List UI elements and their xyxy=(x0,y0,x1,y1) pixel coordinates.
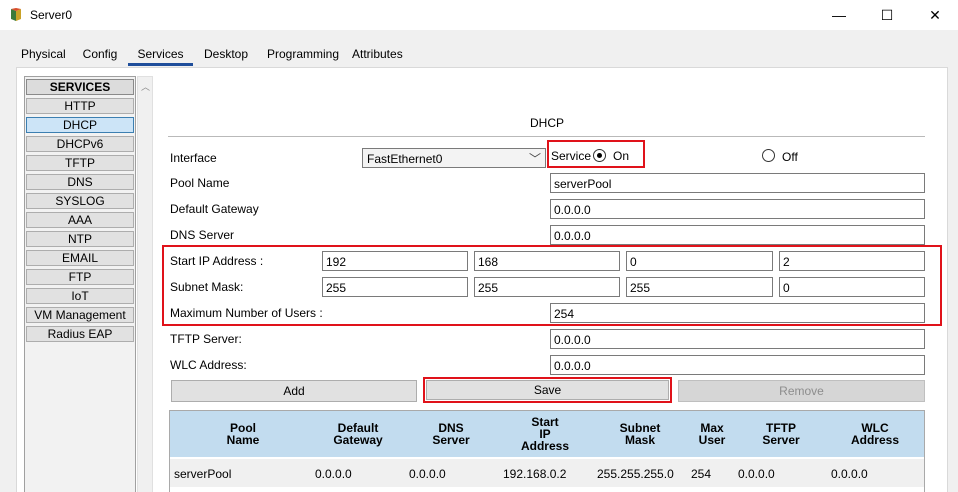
services-panel: SERVICES HTTP DHCP DHCPv6 TFTP DNS SYSLO… xyxy=(16,67,948,492)
pool-name-label: Pool Name xyxy=(170,176,230,190)
column-header-wlc-address: WLC Address xyxy=(850,421,900,447)
sidebar-item-ntp[interactable]: NTP xyxy=(26,231,134,247)
service-on-radio[interactable] xyxy=(593,149,606,162)
start-ip-octet-2-input[interactable]: 168 xyxy=(474,251,620,271)
max-users-label: Maximum Number of Users : xyxy=(170,306,323,320)
subnet-mask-octet-2-input[interactable]: 255 xyxy=(474,277,620,297)
start-ip-octet-3-input[interactable]: 0 xyxy=(626,251,773,271)
sidebar-item-tftp[interactable]: TFTP xyxy=(26,155,134,171)
service-on-label: On xyxy=(613,149,630,163)
pool-table: Pool Name Default Gateway DNS Server Start I… xyxy=(169,410,925,492)
sidebar-item-dhcpv6[interactable]: DHCPv6 xyxy=(26,136,134,152)
sidebar-item-ftp[interactable]: FTP xyxy=(26,269,134,285)
wlc-address-label: WLC Address: xyxy=(170,358,247,372)
service-off-radio[interactable] xyxy=(762,149,775,162)
service-label: Service xyxy=(551,149,592,163)
column-header-max-user: Max User xyxy=(698,421,726,447)
chevron-up-icon[interactable]: ︿ xyxy=(141,80,150,93)
cell-max-user: 254 xyxy=(691,467,712,481)
services-sidebar: SERVICES HTTP DHCP DHCPv6 TFTP DNS SYSLO… xyxy=(24,76,136,492)
column-header-tftp-server: TFTP Server xyxy=(762,421,800,447)
maximize-button[interactable]: ☐ xyxy=(864,0,910,30)
sidebar-item-dns[interactable]: DNS xyxy=(26,174,134,190)
window-body: Physical Config Services Desktop Program… xyxy=(0,30,958,492)
dns-server-label: DNS Server xyxy=(170,228,235,242)
sidebar-item-vm-management[interactable]: VM Management xyxy=(26,307,134,323)
window-title: Server0 xyxy=(30,8,73,22)
sidebar-item-aaa[interactable]: AAA xyxy=(26,212,134,228)
sidebar-header: SERVICES xyxy=(26,79,134,95)
sidebar-item-radius-eap[interactable]: Radius EAP xyxy=(26,326,134,342)
dhcp-section-title: DHCP xyxy=(529,116,564,130)
column-header-start-ip-address: Start IP Address xyxy=(520,415,570,453)
tab-services[interactable]: Services xyxy=(128,40,193,66)
default-gateway-input[interactable]: 0.0.0.0 xyxy=(550,199,925,219)
sidebar-item-dhcp[interactable]: DHCP xyxy=(26,117,134,133)
remove-button[interactable]: Remove xyxy=(678,380,925,402)
tab-programming[interactable]: Programming xyxy=(267,40,339,66)
tab-desktop[interactable]: Desktop xyxy=(203,40,249,66)
subnet-mask-octet-1-input[interactable]: 255 xyxy=(322,277,468,297)
pool-name-input[interactable]: serverPool xyxy=(550,173,925,193)
default-gateway-label: Default Gateway xyxy=(170,202,259,216)
title-bar: Server0 — ☐ ✕ xyxy=(0,0,958,30)
start-ip-octet-4-input[interactable]: 2 xyxy=(779,251,925,271)
subnet-mask-octet-3-input[interactable]: 255 xyxy=(626,277,773,297)
sidebar-item-http[interactable]: HTTP xyxy=(26,98,134,114)
minimize-button[interactable]: — xyxy=(816,0,862,30)
column-header-default-gateway: Default Gateway xyxy=(333,421,383,447)
interface-select[interactable]: FastEthernet0 ﹀ xyxy=(362,148,546,168)
start-ip-label: Start IP Address : xyxy=(170,254,264,268)
chevron-down-icon: ﹀ xyxy=(528,152,541,166)
subnet-mask-octet-4-input[interactable]: 0 xyxy=(779,277,925,297)
start-ip-octet-1-input[interactable]: 192 xyxy=(322,251,468,271)
close-button[interactable]: ✕ xyxy=(912,0,958,30)
tab-config[interactable]: Config xyxy=(81,40,119,66)
cell-subnet-mask: 255.255.255.0 xyxy=(597,467,674,481)
sidebar-item-email[interactable]: EMAIL xyxy=(26,250,134,266)
server-app-icon xyxy=(9,8,23,22)
save-button[interactable]: Save xyxy=(426,380,669,400)
divider xyxy=(168,136,925,137)
sidebar-item-syslog[interactable]: SYSLOG xyxy=(26,193,134,209)
add-button[interactable]: Add xyxy=(171,380,417,402)
service-off-label: Off xyxy=(782,150,798,164)
column-header-dns-server: DNS Server xyxy=(432,421,470,447)
dns-server-input[interactable]: 0.0.0.0 xyxy=(550,225,925,245)
column-header-pool-name: Pool Name xyxy=(226,421,260,447)
subnet-mask-label: Subnet Mask: xyxy=(170,280,244,294)
tftp-server-label: TFTP Server: xyxy=(170,332,242,346)
sidebar-scrollbar[interactable]: ︿ xyxy=(137,76,153,492)
sidebar-item-iot[interactable]: IoT xyxy=(26,288,134,304)
pool-table-header: Pool Name Default Gateway DNS Server Start I… xyxy=(170,411,924,457)
tab-physical[interactable]: Physical xyxy=(21,40,66,66)
cell-tftp-server: 0.0.0.0 xyxy=(738,467,775,481)
cell-pool-name: serverPool xyxy=(174,467,232,481)
tab-attributes[interactable]: Attributes xyxy=(352,40,403,66)
cell-start-ip: 192.168.0.2 xyxy=(503,467,567,481)
tftp-server-input[interactable]: 0.0.0.0 xyxy=(550,329,925,349)
cell-dns-server: 0.0.0.0 xyxy=(409,467,446,481)
wlc-address-input[interactable]: 0.0.0.0 xyxy=(550,355,925,375)
interface-select-value: FastEthernet0 xyxy=(367,152,443,166)
cell-wlc-address: 0.0.0.0 xyxy=(831,467,868,481)
column-header-subnet-mask: Subnet Mask xyxy=(619,421,661,447)
interface-label: Interface xyxy=(170,151,217,165)
table-row[interactable]: serverPool 0.0.0.0 0.0.0.0 192.168.0.2 2… xyxy=(170,459,924,487)
cell-default-gateway: 0.0.0.0 xyxy=(315,467,352,481)
max-users-input[interactable]: 254 xyxy=(550,303,925,323)
